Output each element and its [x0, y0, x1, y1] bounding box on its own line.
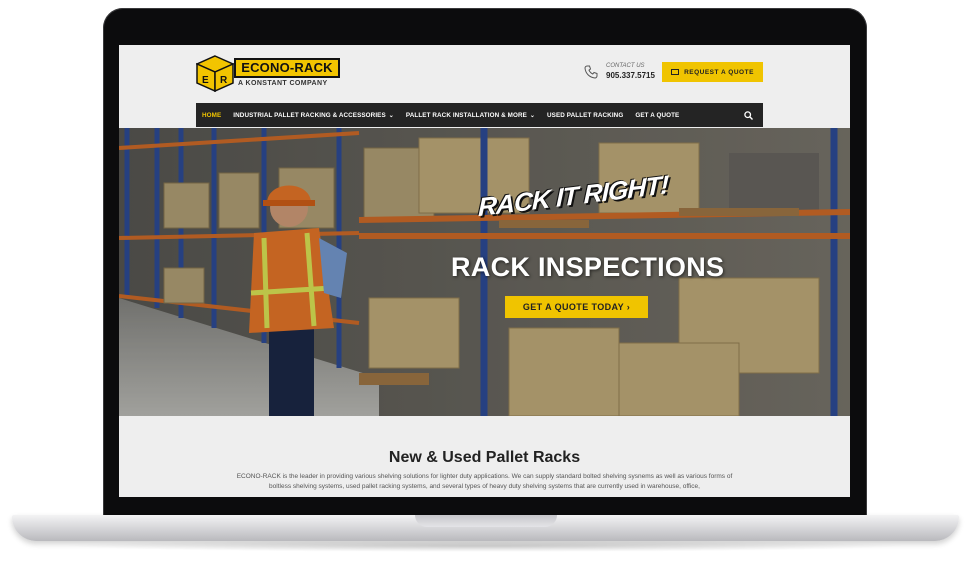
logo-cube-letter-r: R: [220, 75, 228, 86]
logo-tagline: A KONSTANT COMPANY: [238, 80, 328, 87]
logo-brand: ECONO-RACK: [234, 58, 340, 78]
nav-item-label: PALLET RACK INSTALLATION & MORE: [405, 111, 527, 119]
logo-cube-icon: E R: [196, 55, 234, 92]
nav-item-used-racking[interactable]: USED PALLET RACKING: [541, 103, 629, 127]
hero-banner: RACK IT RIGHT! RACK INSPECTIONS GET A QU…: [119, 128, 850, 416]
main-nav: HOME INDUSTRIAL PALLET RACKING & ACCESSO…: [196, 103, 763, 127]
section-body-text: ECONO-RACK is the leader in providing va…: [236, 473, 733, 490]
phone-icon: [584, 65, 598, 79]
contact-label: CONTACT US: [606, 63, 645, 69]
nav-item-label: INDUSTRIAL PALLET RACKING & ACCESSORIES: [233, 111, 386, 119]
get-quote-today-button[interactable]: GET A QUOTE TODAY ›: [505, 296, 648, 318]
nav-item-label: GET A QUOTE: [635, 111, 680, 119]
logo-cube-letter-e: E: [202, 75, 209, 86]
search-icon[interactable]: [744, 110, 753, 120]
laptop-notch: [415, 515, 557, 527]
contact-phone[interactable]: 905.337.5715: [606, 71, 655, 80]
nav-item-industrial-racking[interactable]: INDUSTRIAL PALLET RACKING & ACCESSORIES …: [227, 103, 400, 127]
request-quote-label: REQUEST A QUOTE: [684, 68, 754, 76]
nav-item-label: HOME: [202, 111, 222, 119]
caret-down-icon: ⌄: [388, 112, 394, 119]
section-title: New & Used Pallet Racks: [388, 449, 581, 466]
site-logo[interactable]: E R ECONO-RACK A KONSTANT COMPANY: [196, 55, 340, 92]
nav-item-get-quote[interactable]: GET A QUOTE: [629, 103, 685, 127]
laptop-shadow: [60, 540, 910, 552]
envelope-icon: [671, 69, 680, 75]
nav-item-home[interactable]: HOME: [196, 103, 227, 127]
hero-title: RACK INSPECTIONS: [451, 252, 725, 282]
contact-info[interactable]: CONTACT US 905.337.5715: [584, 63, 656, 85]
nav-item-label: USED PALLET RACKING: [547, 111, 624, 119]
request-quote-button[interactable]: REQUEST A QUOTE: [662, 62, 763, 82]
laptop-screen: E R ECONO-RACK A KONSTANT COMPANY CONTAC…: [119, 45, 850, 497]
caret-down-icon: ⌄: [529, 112, 536, 119]
nav-item-installation[interactable]: PALLET RACK INSTALLATION & MORE ⌄: [400, 103, 541, 127]
